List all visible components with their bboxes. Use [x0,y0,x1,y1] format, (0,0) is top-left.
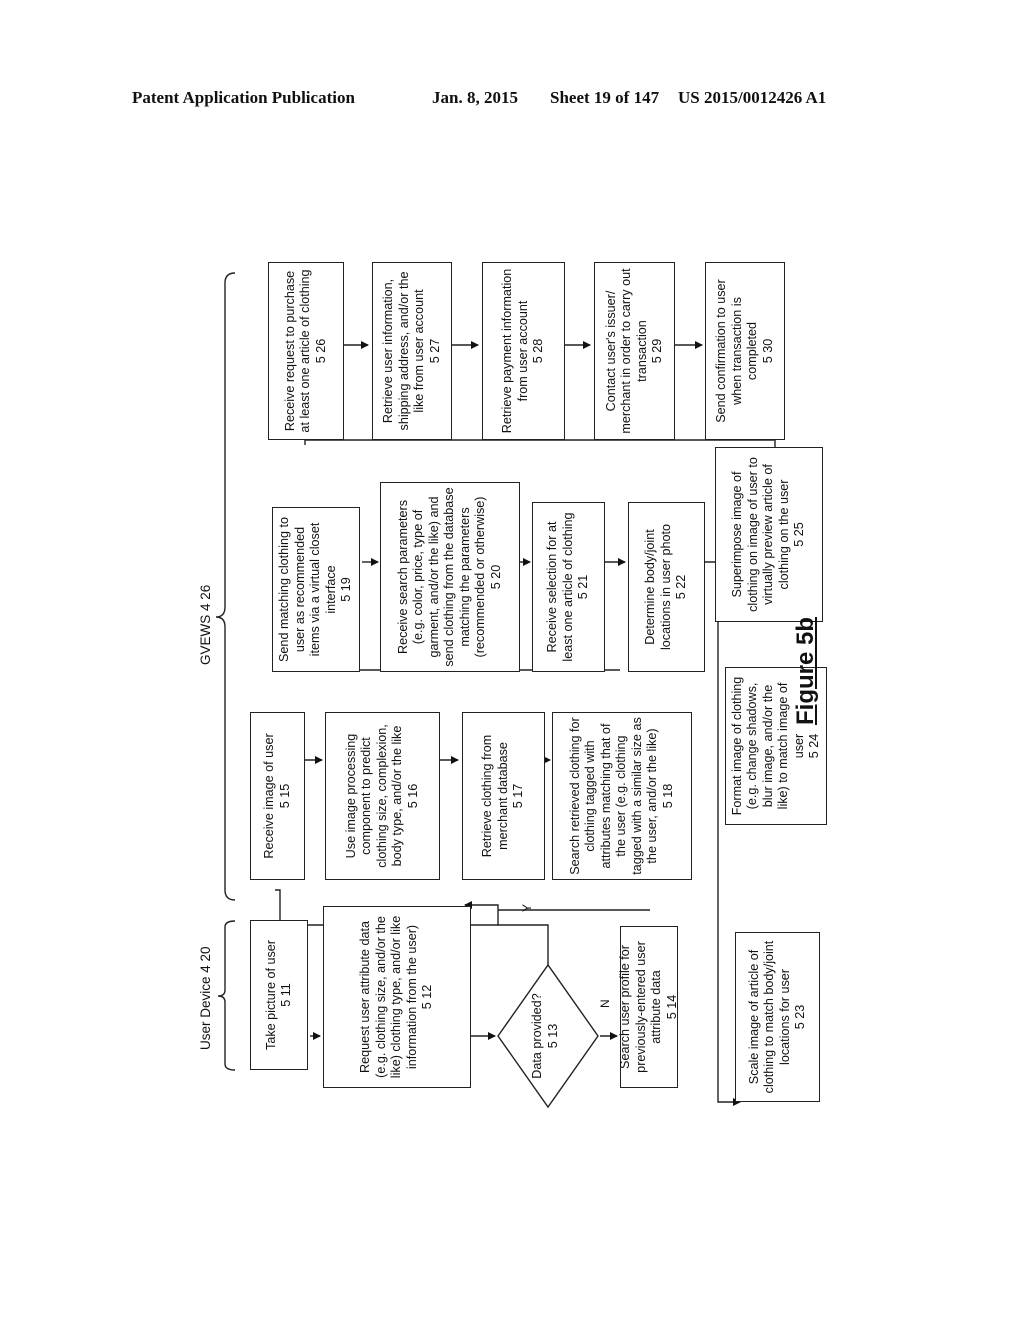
step-text: Retrieve user information, shipping addr… [381,271,426,431]
step-text: Contact user's issuer/ merchant in order… [603,268,649,434]
step-ref: 5 24 [807,733,821,759]
step-519: Send matching clothing to user as recomm… [272,507,360,672]
step-528: Retrieve payment information from user a… [482,262,565,440]
step-527: Retrieve user information, shipping addr… [372,262,452,440]
step-text: Data provided? [530,993,544,1079]
step-518: Search retrieved clothing for clothing t… [552,712,692,880]
step-522: Determine body/joint locations in user p… [628,502,705,672]
step-525: Superimpose image of clothing on image o… [715,447,823,622]
step-text: Take picture of user [263,940,278,1050]
group-label-gvews: GVEWS 4 26 [198,584,213,665]
step-ref: 5 21 [576,574,591,600]
step-511: Take picture of user 5 11 [250,920,308,1070]
step-text: Request user attribute data (e.g. clothi… [358,915,419,1079]
step-ref: 5 26 [313,338,328,364]
flowchart-rotated: User Device 4 20 GVEWS 4 26 Take picture… [0,0,1024,1320]
step-text: Determine body/joint locations in user p… [643,523,673,651]
step-513-label: Data provided? 5 13 [530,974,561,1098]
step-text: Receive search parameters (e.g. color, p… [395,487,488,667]
step-517: Retrieve clothing from merchant database… [462,712,545,880]
step-ref: 5 28 [531,338,546,364]
step-text: Scale image of article of clothing to ma… [746,940,792,1094]
step-text: Send confirmation to user when transacti… [714,279,759,423]
step-516: Use image processing component to predic… [325,712,440,880]
step-515: Receive image of user 5 15 [250,712,305,880]
step-text: Retrieve clothing from merchant database [480,734,510,858]
step-ref: 5 18 [660,783,675,809]
yes-label: Y [520,903,534,912]
step-ref: 5 14 [664,994,679,1020]
step-text: Search user profile for previously-enter… [618,941,663,1073]
step-ref: 5 11 [279,983,293,1007]
step-text: Search retrieved clothing for clothing t… [567,717,660,875]
step-ref: 5 23 [793,1004,807,1030]
step-text: Send matching clothing to user as recomm… [277,517,338,662]
group-label-user-device: User Device 4 20 [198,946,213,1050]
step-ref: 5 30 [760,338,775,364]
step-ref: 5 25 [792,522,807,547]
step-526: Receive request to purchase at least one… [268,262,344,440]
step-523: Scale image of article of clothing to ma… [735,932,820,1102]
brace-gvews [215,272,236,901]
step-text: Receive image of user [262,733,276,859]
step-text: Receive selection for at least one artic… [545,512,575,662]
step-text: Retrieve payment information from user a… [500,268,530,434]
step-text: Use image processing component to predic… [343,724,405,868]
step-ref: 5 19 [339,577,354,602]
step-ref: 5 22 [674,574,689,600]
step-521: Receive selection for at least one artic… [532,502,605,672]
no-label: N [598,999,612,1008]
step-529: Contact user's issuer/ merchant in order… [594,262,675,440]
step-512: Request user attribute data (e.g. clothi… [323,906,471,1088]
step-ref: 5 27 [427,338,442,364]
arrow-525-526 [304,439,776,450]
step-520: Receive search parameters (e.g. color, p… [380,482,520,672]
step-530: Send confirmation to user when transacti… [705,262,785,440]
step-ref: 5 20 [488,564,503,590]
step-514: Search user profile for previously-enter… [618,926,679,1088]
figure-label: Figure 5b [792,616,819,725]
step-ref: 5 17 [511,783,526,809]
step-ref: 5 16 [405,783,420,809]
step-text: Superimpose image of clothing on image o… [730,457,791,612]
arrow-513-517 [464,901,549,965]
step-ref: 5 29 [650,338,664,364]
step-ref: 5 15 [277,783,292,809]
step-text: Receive request to purchase at least one… [282,269,313,433]
brace-user-device [217,920,236,1071]
step-ref: 5 13 [545,1023,560,1049]
step-ref: 5 12 [420,984,435,1010]
